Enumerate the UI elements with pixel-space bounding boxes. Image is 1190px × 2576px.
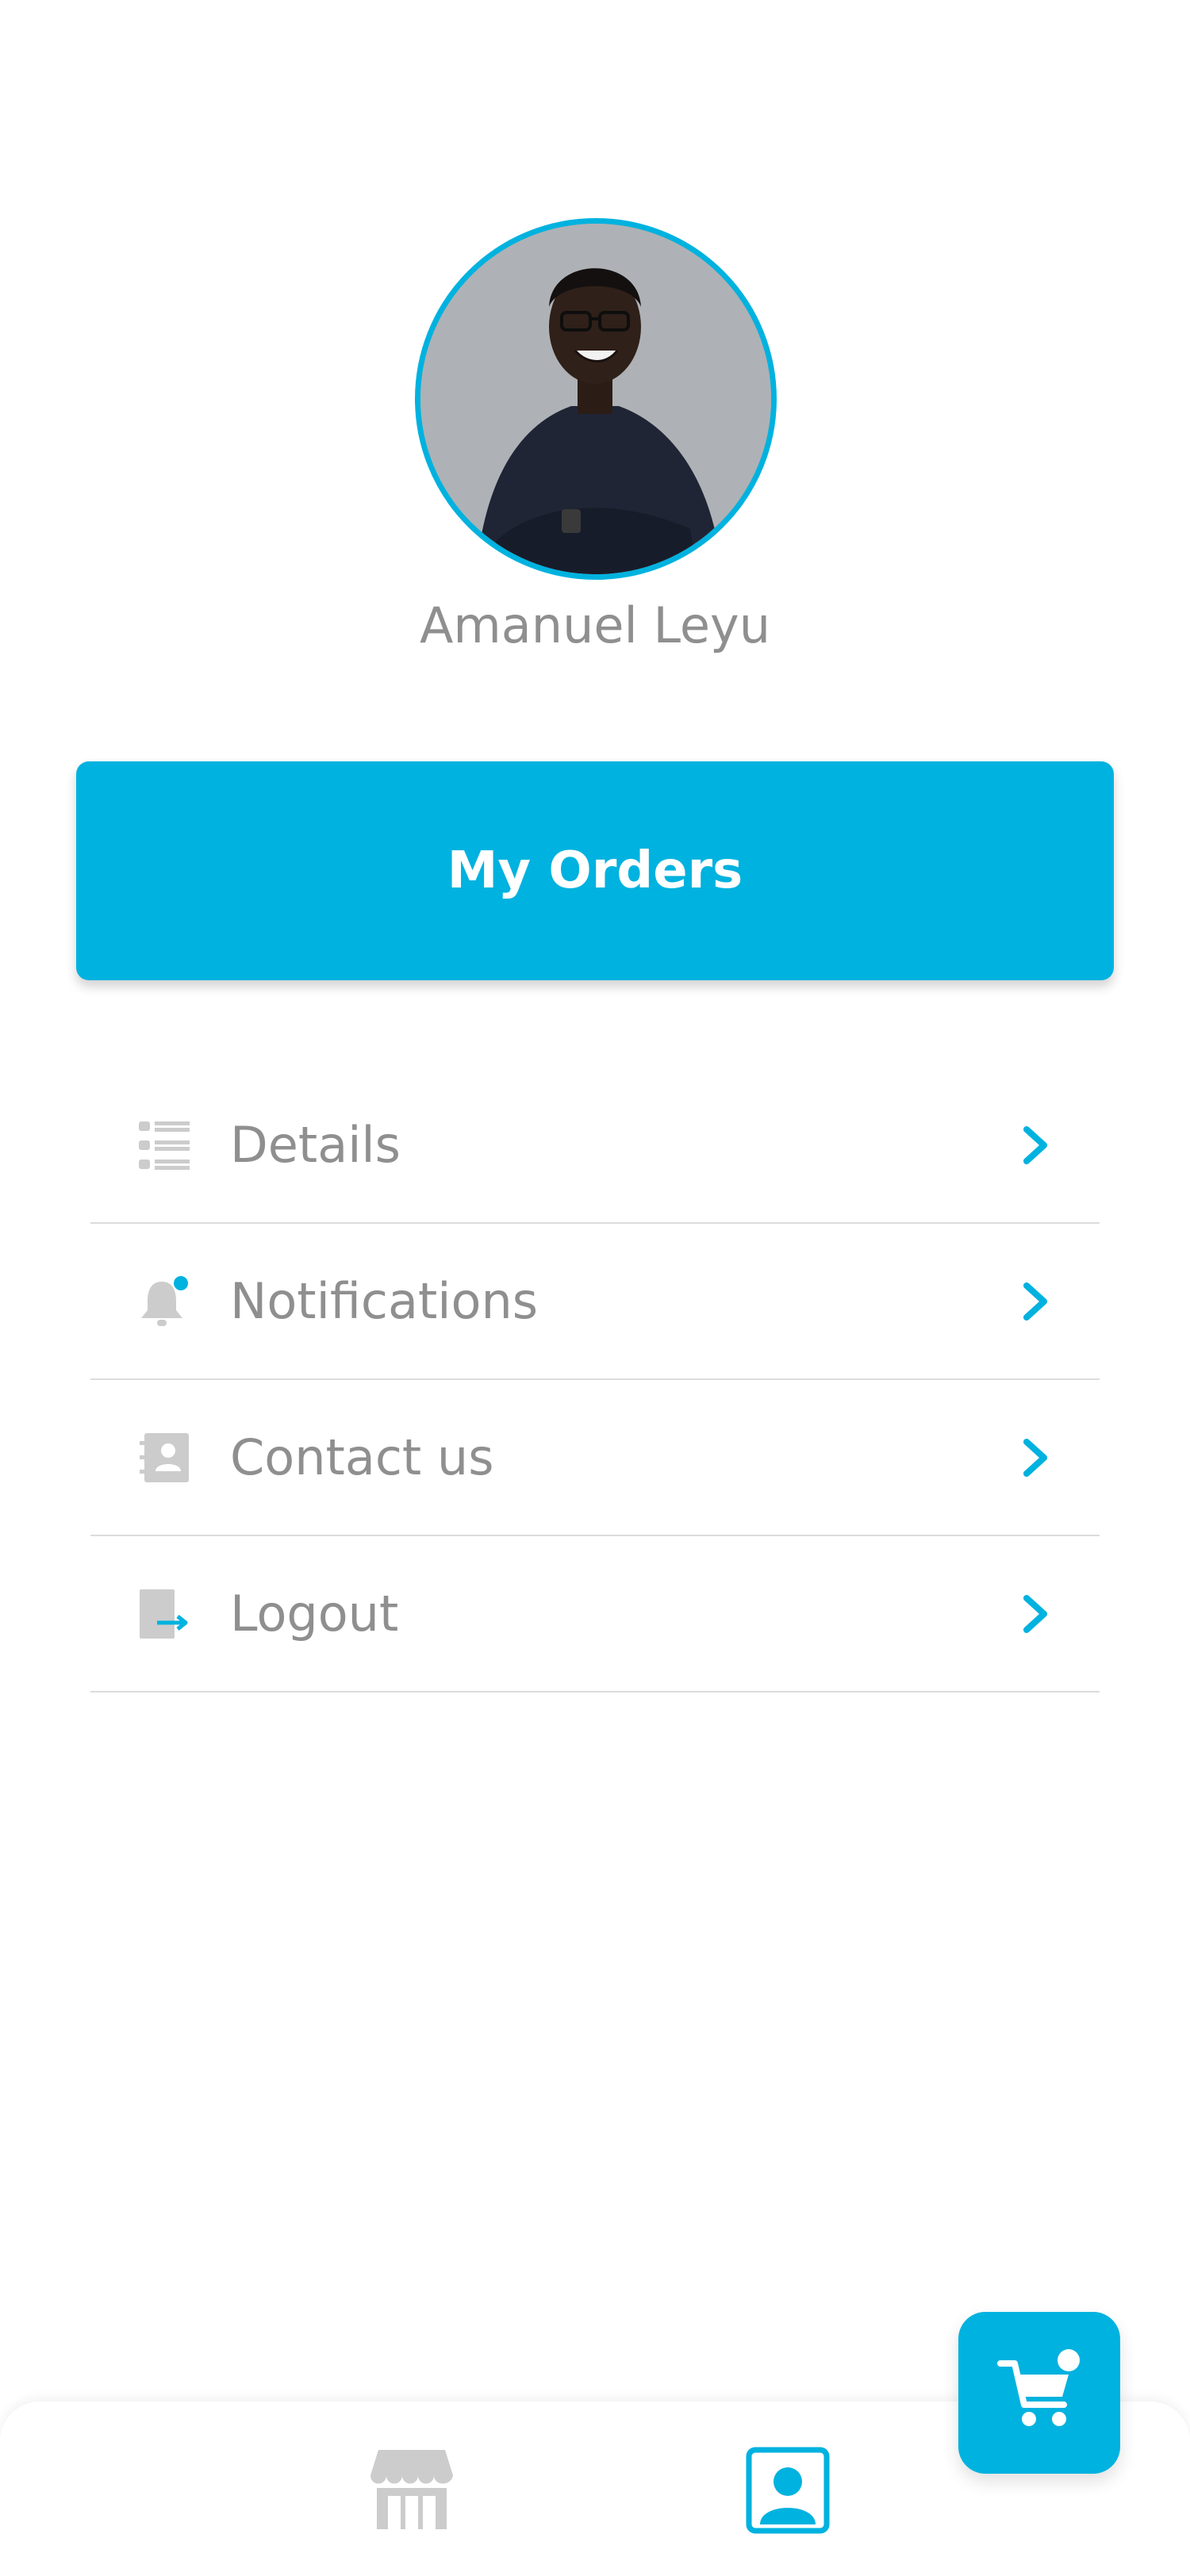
logout-icon [138, 1588, 190, 1640]
menu-item-label: Contact us [230, 1428, 494, 1486]
store-icon [370, 2450, 453, 2529]
cart-icon [997, 2349, 1080, 2426]
list-icon [138, 1119, 190, 1171]
my-orders-button[interactable]: My Orders [76, 761, 1114, 980]
menu-item-details[interactable]: Details [90, 1068, 1100, 1224]
chevron-right-icon [1023, 1438, 1047, 1477]
menu-item-label: Logout [230, 1585, 399, 1643]
chevron-right-icon [1023, 1125, 1047, 1164]
profile-menu: Details Notifications Contact us Logout [90, 1068, 1100, 1692]
menu-item-contact-us[interactable]: Contact us [90, 1380, 1100, 1536]
nav-item-profile[interactable] [746, 2447, 830, 2534]
nav-item-store[interactable] [369, 2447, 455, 2532]
avatar-photo [420, 224, 771, 574]
avatar [415, 218, 777, 580]
menu-item-logout[interactable]: Logout [90, 1536, 1100, 1692]
profile-icon [746, 2447, 830, 2534]
chevron-right-icon [1023, 1594, 1047, 1633]
cart-button[interactable] [958, 2312, 1120, 2474]
profile-page: Amanuel Leyu My Orders Details Notificat… [0, 0, 1190, 2576]
user-name: Amanuel Leyu [419, 596, 771, 654]
chevron-right-icon [1023, 1282, 1047, 1321]
cart-badge [1058, 2349, 1080, 2371]
bell-icon [138, 1275, 190, 1328]
menu-item-notifications[interactable]: Notifications [90, 1224, 1100, 1380]
menu-item-label: Details [230, 1116, 401, 1174]
contact-book-icon [138, 1432, 190, 1484]
menu-item-label: Notifications [230, 1272, 539, 1330]
